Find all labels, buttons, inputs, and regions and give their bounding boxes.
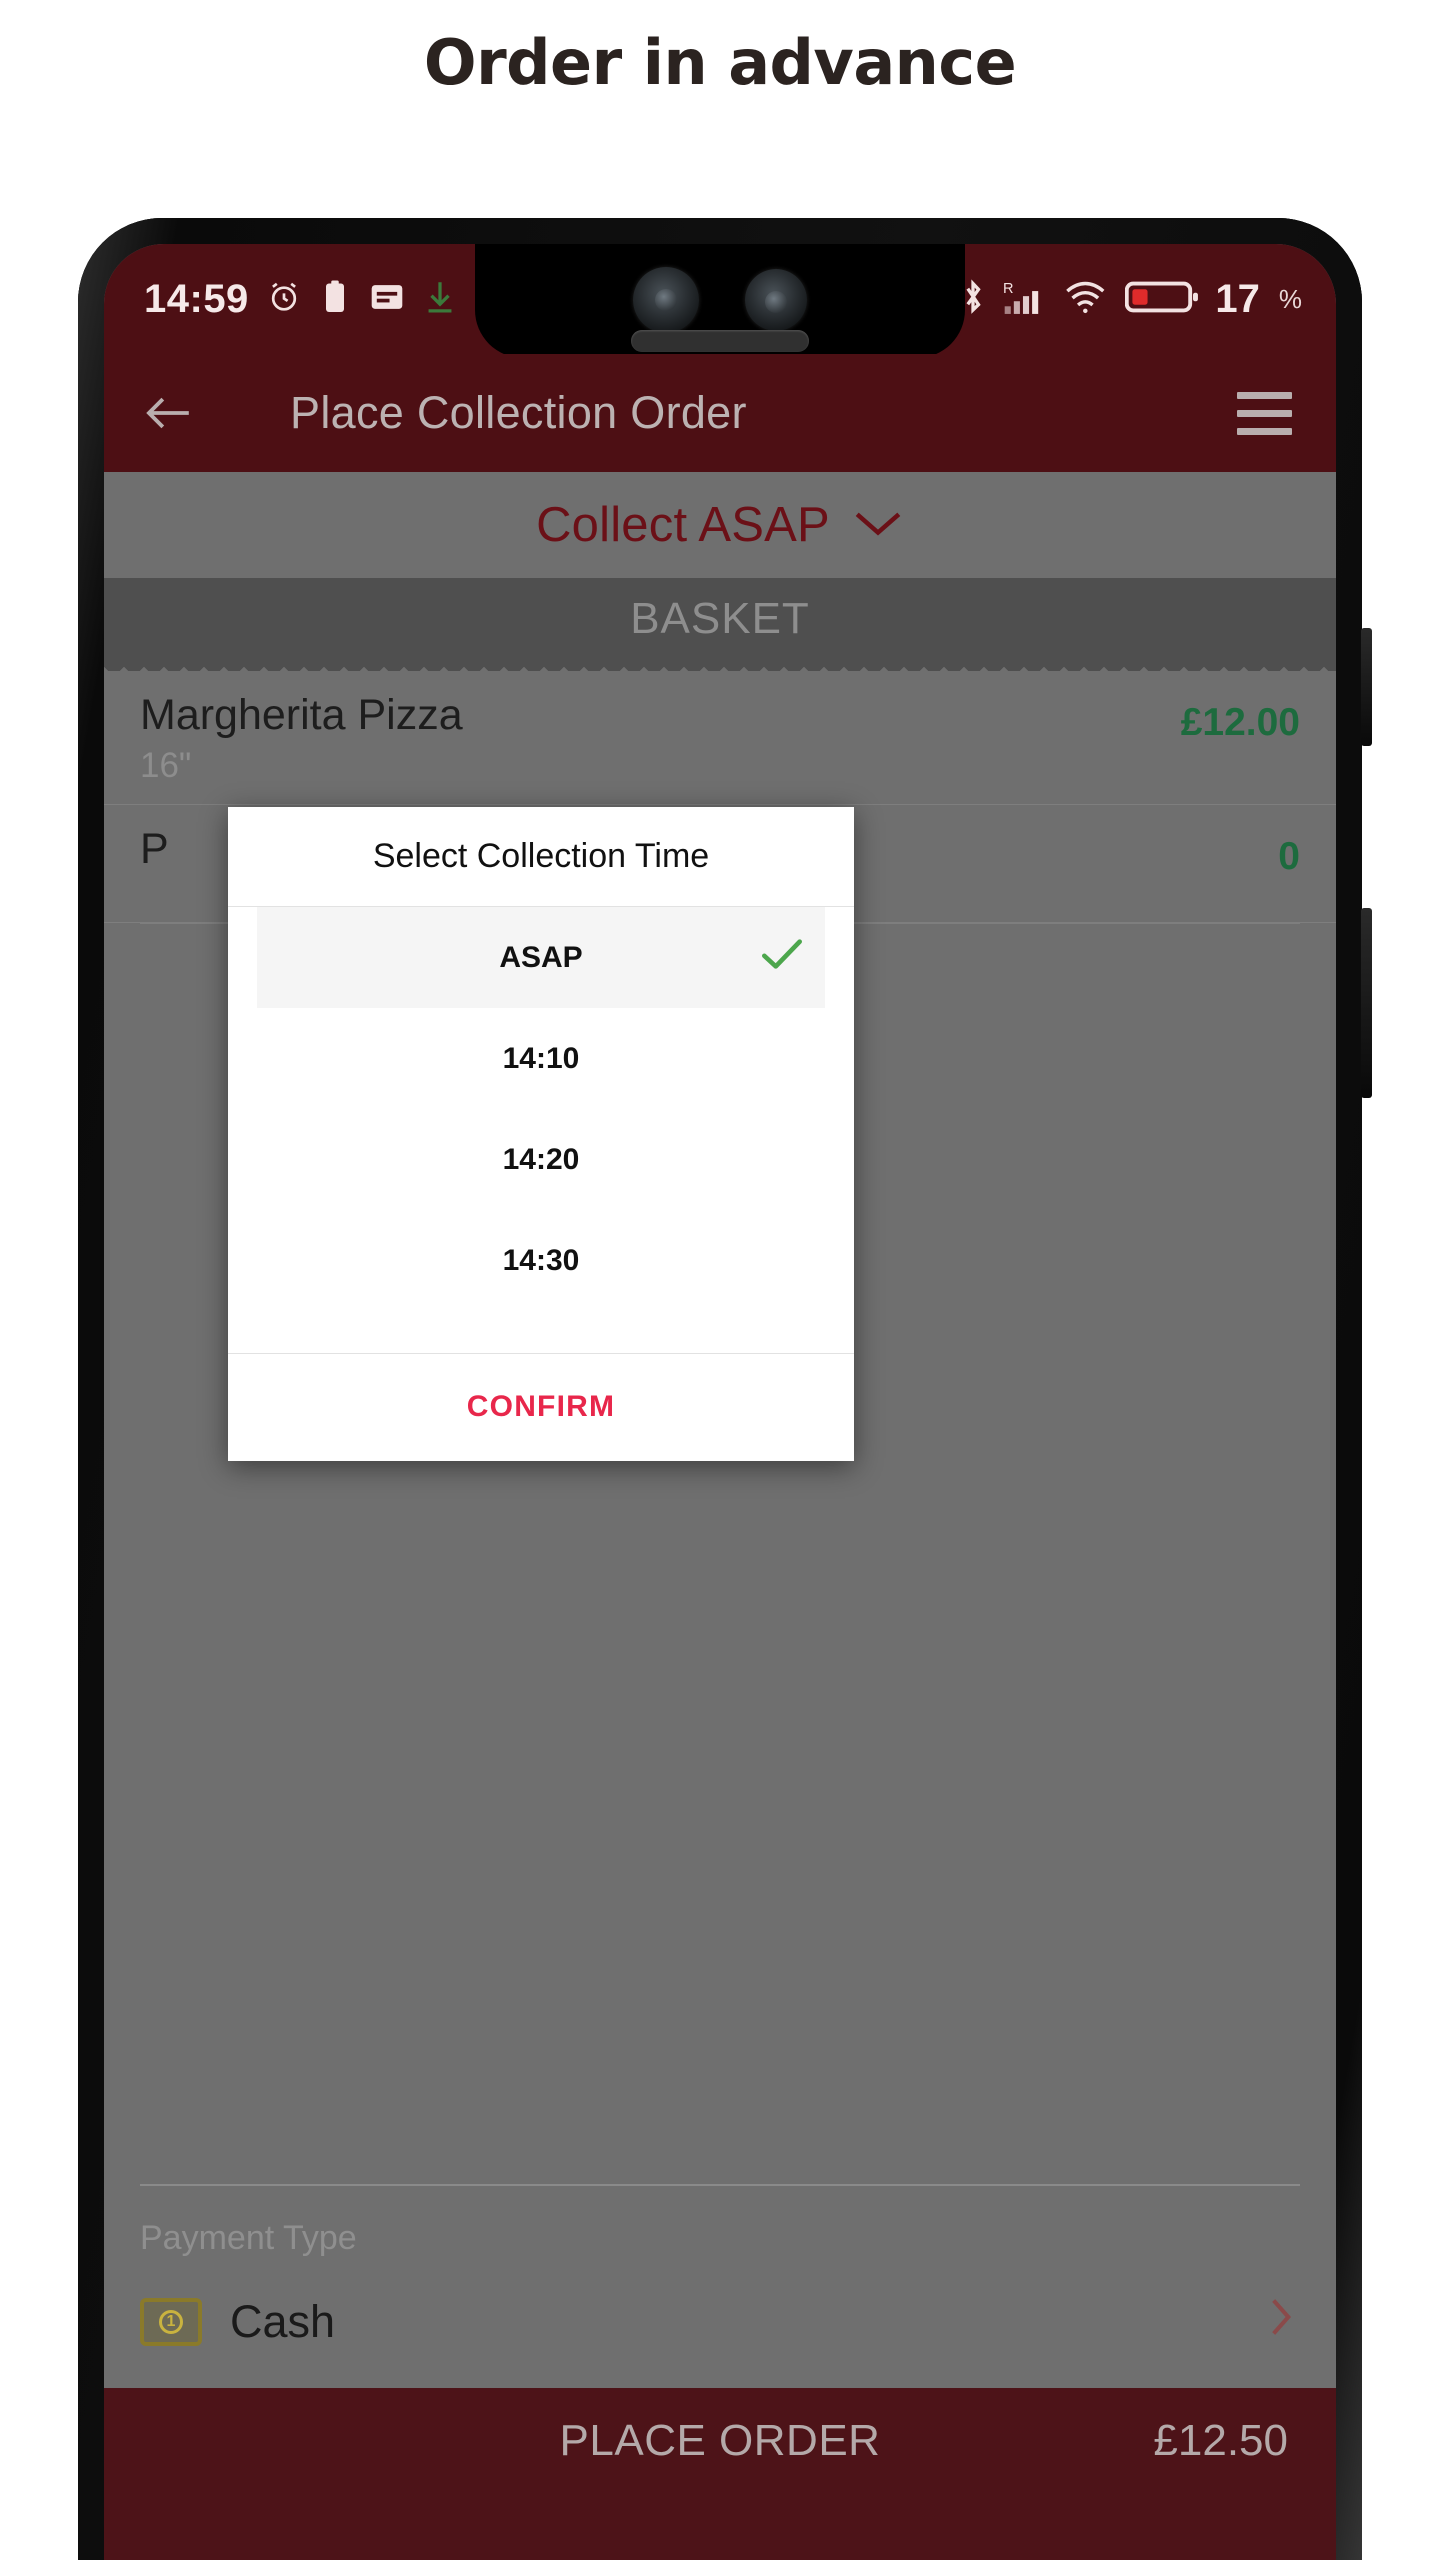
dialog-option-list: ASAP 14:10 14:20 14:30 (228, 907, 854, 1353)
confirm-button[interactable]: CONFIRM (467, 1390, 615, 1424)
select-collection-time-dialog: Select Collection Time ASAP 14:10 14:20 (228, 807, 854, 1461)
dialog-option-label: 14:10 (502, 1041, 580, 1075)
dialog-actions: CONFIRM (228, 1353, 854, 1459)
phone-screen: 14:59 R 17 % Place Collection Order Coll… (104, 244, 1336, 2560)
dialog-option-asap[interactable]: ASAP (257, 907, 825, 1008)
dialog-title: Select Collection Time (228, 807, 854, 907)
dialog-option-label: ASAP (499, 940, 583, 974)
check-icon (759, 936, 805, 980)
dialog-option-label: 14:20 (502, 1142, 580, 1176)
dialog-option-label: 14:30 (502, 1243, 580, 1277)
dialog-option-1420[interactable]: 14:20 (228, 1109, 854, 1210)
phone-side-button-power[interactable] (1361, 908, 1372, 1098)
dialog-option-1410[interactable]: 14:10 (228, 1008, 854, 1109)
phone-mockup: 14:59 R 17 % Place Collection Order Coll… (78, 218, 1372, 2560)
phone-side-button-volume[interactable] (1361, 628, 1372, 746)
dialog-option-1430[interactable]: 14:30 (228, 1210, 854, 1311)
page-title: Order in advance (423, 26, 1017, 99)
